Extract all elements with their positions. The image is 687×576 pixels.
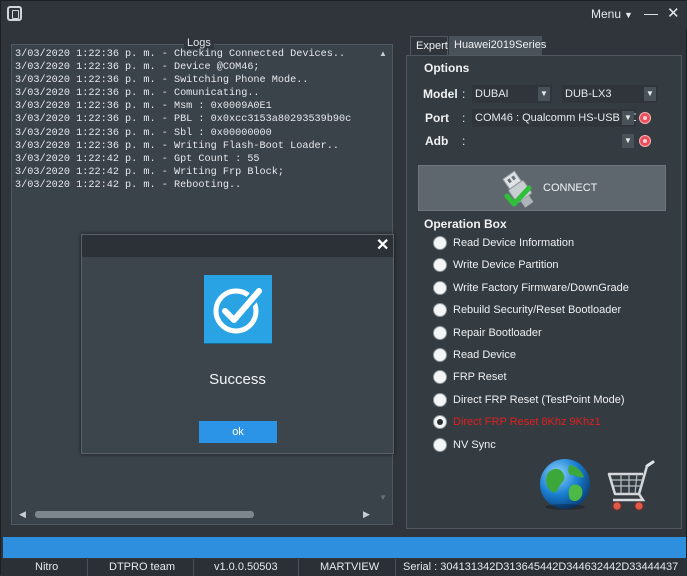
radio-button[interactable] (433, 258, 447, 272)
log-line: 3/03/2020 1:22:36 p. m. - Msm : 0x0009A0… (15, 101, 272, 113)
log-line: 3/03/2020 1:22:36 p. m. - Checking Conne… (15, 49, 346, 60)
chevron-down-icon: ▼ (644, 87, 656, 101)
operation-option-label: Read Device (453, 349, 516, 361)
app-icon (7, 6, 22, 21)
log-line: 3/03/2020 1:22:42 p. m. - Gpt Count : 55 (15, 153, 260, 165)
usb-plug-icon (502, 170, 534, 208)
scrollbar-thumb[interactable] (35, 511, 254, 518)
radio-button[interactable] (433, 348, 447, 362)
operation-box-title: Operation Box (424, 217, 507, 231)
operation-option-label: Repair Bootloader (453, 327, 542, 339)
log-line: 3/03/2020 1:22:36 p. m. - PBL : 0x0xcc31… (15, 114, 352, 126)
log-line: 3/03/2020 1:22:36 p. m. - Switching Phon… (15, 75, 309, 87)
operation-option-label: Direct FRP Reset 8Khz 9Khz1 (453, 416, 601, 428)
log-line: 3/03/2020 1:22:36 p. m. - Writing Flash-… (15, 140, 340, 152)
connect-label: CONNECT (543, 182, 598, 194)
port-colon: : (462, 111, 466, 125)
operation-option-label: Write Factory Firmware/DownGrade (453, 282, 629, 294)
radio-button[interactable] (433, 370, 447, 384)
app-window: Menu ▼ — ✕ Logs 3/03/2020 1:22:36 p. m. -… (0, 0, 687, 576)
model-label: Model (423, 87, 458, 101)
model-value: DUBAI (475, 88, 509, 100)
status-nitro: Nitro (35, 561, 59, 573)
model-colon: : (462, 87, 466, 101)
minimize-button[interactable]: — (644, 5, 658, 21)
chevron-down-icon: ▼ (624, 10, 633, 20)
port-value: COM46 : Qualcomm HS-USB QD (475, 112, 636, 124)
dialog-header: ✕ (82, 235, 393, 257)
chevron-down-icon: ▼ (622, 134, 634, 148)
menu-button[interactable]: Menu ▼ (591, 7, 633, 21)
adb-colon: : (462, 134, 466, 148)
adb-label: Adb (425, 134, 449, 148)
radio-button[interactable] (433, 438, 447, 452)
status-divider (298, 559, 299, 576)
variant-value: DUB-LX3 (565, 88, 612, 100)
progress-bar (3, 537, 686, 558)
menu-label: Menu (591, 7, 622, 21)
status-divider (193, 559, 194, 576)
status-serial: Serial : 304131342D313645442D344632442D3… (403, 561, 679, 573)
title-bar: Menu ▼ — ✕ (1, 1, 687, 29)
scroll-right-icon[interactable]: ▶ (363, 509, 370, 520)
globe-icon[interactable] (538, 457, 594, 513)
tab-expert[interactable]: Expert (410, 36, 448, 55)
log-line: 3/03/2020 1:22:36 p. m. - Device @COM46; (15, 62, 260, 74)
radio-button[interactable] (433, 326, 447, 340)
model-select[interactable]: DUBAI ▼ (472, 85, 552, 103)
log-line: 3/03/2020 1:22:36 p. m. - Comunicating.. (15, 88, 260, 100)
refresh-port-icon[interactable] (639, 112, 651, 124)
status-divider (87, 559, 88, 576)
radio-button[interactable] (433, 236, 447, 250)
status-divider (395, 559, 396, 576)
logs-horizontal-scrollbar[interactable]: ◀ ▶ (13, 507, 377, 522)
scroll-left-icon[interactable]: ◀ (19, 509, 26, 520)
log-line: 3/03/2020 1:22:36 p. m. - Sbl : 0x000000… (15, 127, 272, 139)
operation-option-label: Rebuild Security/Reset Bootloader (453, 304, 622, 316)
options-title: Options (424, 61, 470, 75)
operation-option-label: Read Device Information (453, 237, 575, 249)
chevron-down-icon: ▼ (622, 111, 634, 125)
operation-option-label: FRP Reset (453, 371, 507, 383)
close-window-button[interactable]: ✕ (667, 4, 680, 22)
status-team: DTPRO team (109, 561, 176, 573)
success-dialog: ✕ Success ok (81, 234, 394, 454)
radio-button[interactable] (433, 303, 447, 317)
status-martview: MARTVIEW (320, 561, 380, 573)
radio-button[interactable] (433, 281, 447, 295)
connect-button[interactable]: CONNECT (418, 165, 666, 211)
success-message: Success (209, 371, 266, 388)
operation-option-label: Direct FRP Reset (TestPoint Mode) (453, 394, 625, 406)
variant-select[interactable]: DUB-LX3 ▼ (562, 85, 658, 103)
tab-huawei2019series[interactable]: Huawei2019Series (449, 36, 546, 55)
scroll-down-icon[interactable]: ▼ (379, 493, 387, 502)
chevron-down-icon: ▼ (538, 87, 550, 101)
port-select[interactable]: COM46 : Qualcomm HS-USB QD ▼ (472, 109, 636, 127)
radio-button[interactable] (433, 415, 447, 429)
dialog-close-button[interactable]: ✕ (376, 235, 389, 255)
shopping-cart-icon[interactable] (603, 458, 661, 514)
status-version: v1.0.0.50503 (214, 561, 278, 573)
log-line: 3/03/2020 1:22:42 p. m. - Rebooting.. (15, 179, 242, 191)
port-label: Port (425, 111, 449, 125)
operation-option-label: Write Device Partition (453, 259, 559, 271)
status-bar: Nitro DTPRO team v1.0.0.50503 MARTVIEW S… (1, 559, 687, 576)
adb-select[interactable]: ▼ (472, 132, 636, 150)
refresh-adb-icon[interactable] (639, 135, 651, 147)
checkmark-icon (204, 275, 272, 343)
ok-button[interactable]: ok (199, 421, 277, 443)
log-line: 3/03/2020 1:22:42 p. m. - Writing Frp Bl… (15, 166, 284, 178)
operation-option-label: NV Sync (453, 439, 496, 451)
radio-button[interactable] (433, 393, 447, 407)
scroll-up-icon[interactable]: ▲ (379, 49, 387, 58)
